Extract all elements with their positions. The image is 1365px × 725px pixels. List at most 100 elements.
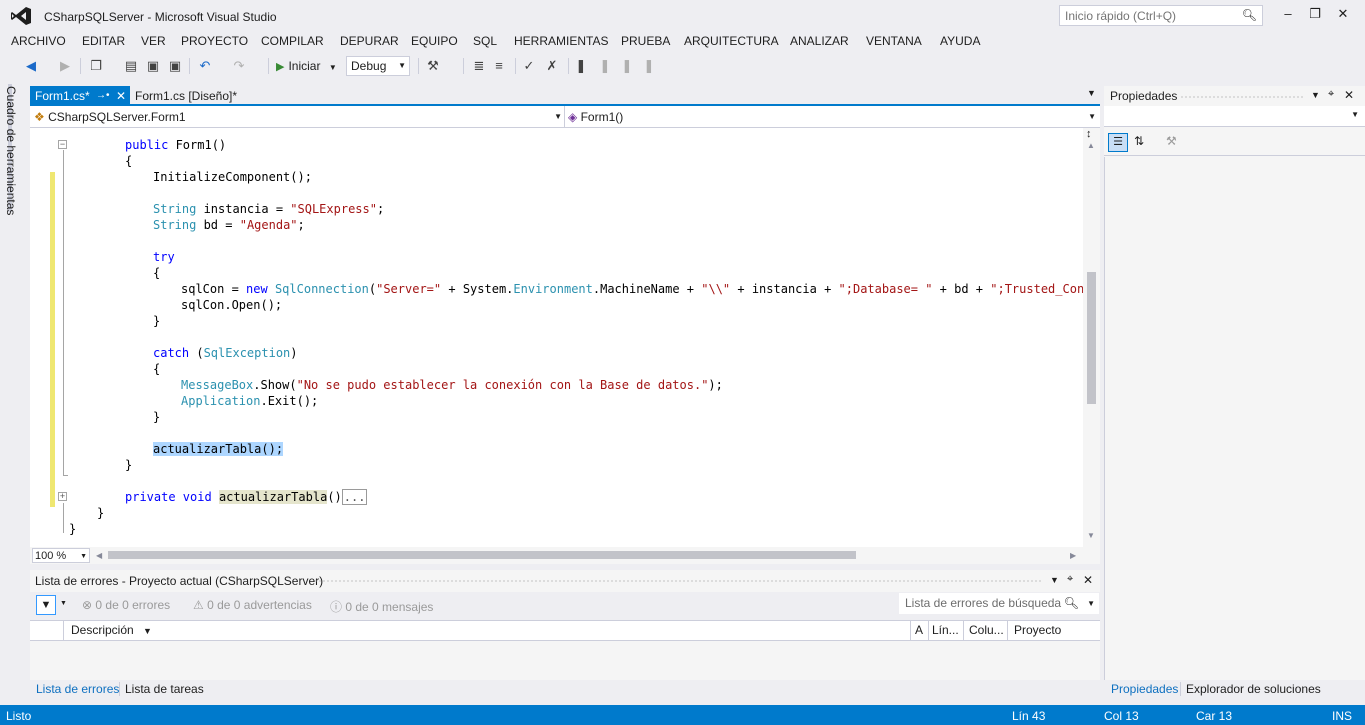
menu-ayuda[interactable]: AYUDA [940, 34, 980, 48]
horizontal-scroll-thumb[interactable] [108, 551, 856, 559]
close-icon[interactable]: ✕ [116, 86, 126, 106]
tab-list-dropdown-icon[interactable]: ▼ [1087, 88, 1096, 98]
menu-archivo[interactable]: ARCHIVO [11, 34, 66, 48]
tab-solution-explorer[interactable]: Explorador de soluciones [1186, 682, 1321, 696]
column-column[interactable]: Colu... [969, 623, 1004, 637]
zoom-dropdown[interactable]: 100 % ▼ [32, 548, 90, 563]
menu-editar[interactable]: EDITAR [82, 34, 125, 48]
chevron-down-icon[interactable]: ▼ [1311, 90, 1320, 100]
collapse-icon[interactable]: − [58, 140, 67, 149]
warning-icon: ⚠ [193, 598, 204, 612]
chevron-down-icon[interactable]: ▼ [1087, 593, 1095, 614]
menu-proyecto[interactable]: PROYECTO [181, 34, 248, 48]
open-file-icon[interactable]: ▤ [122, 57, 140, 75]
back-icon[interactable]: ◀ [22, 57, 40, 75]
quick-launch-box[interactable]: 🔍︎ [1059, 5, 1263, 26]
properties-toolbar: ☰ ⇅ ⚒ [1104, 130, 1365, 156]
start-debugging-button[interactable]: ▶ Iniciar ▼ [276, 57, 337, 75]
config-value: Debug [351, 59, 387, 73]
member-scope-dropdown[interactable]: ◈ Form1() ▼ [568, 108, 1098, 126]
errors-filter-button[interactable]: ⊗ 0 de 0 errores [82, 598, 170, 612]
column-description[interactable]: Descripción [71, 623, 134, 637]
code-line: { [153, 362, 161, 376]
menu-compilar[interactable]: COMPILAR [261, 34, 324, 48]
menu-ventana[interactable]: VENTANA [866, 34, 922, 48]
chevron-down-icon[interactable]: ▼ [1050, 575, 1059, 585]
filter-icon[interactable]: ▼ [36, 595, 56, 615]
vertical-scroll-thumb[interactable] [1087, 272, 1096, 404]
prev-bookmark-icon[interactable]: ❚ [596, 57, 614, 75]
collapsed-region[interactable]: ... [341, 489, 368, 505]
pin-icon[interactable]: ⌖ [1328, 88, 1334, 101]
menu-ver[interactable]: VER [141, 34, 166, 48]
save-all-icon[interactable]: ▣ [166, 57, 184, 75]
code-line: public Form1() [125, 138, 227, 152]
column-file[interactable]: A [915, 623, 923, 637]
property-pages-icon[interactable]: ⚒ [1166, 134, 1177, 148]
property-grid[interactable] [1104, 157, 1365, 680]
categorized-icon[interactable]: ☰ [1108, 133, 1128, 152]
split-icon[interactable]: ↕ [1086, 128, 1092, 140]
close-icon[interactable]: ✕ [1083, 573, 1093, 587]
minimize-button[interactable]: – [1278, 6, 1298, 24]
toolbox-tab[interactable]: Cuadro de herramientas [4, 86, 18, 215]
properties-object-select[interactable]: ▼ [1104, 106, 1365, 127]
close-window-button[interactable]: ✕ [1333, 6, 1353, 24]
next-bookmark-icon[interactable]: ❚ [618, 57, 636, 75]
tab-form1-design[interactable]: Form1.cs [Diseño]* [130, 86, 290, 106]
clear-bookmarks-icon[interactable]: ❚ [640, 57, 658, 75]
scroll-left-icon[interactable]: ◀ [96, 551, 102, 560]
error-list-body[interactable] [30, 641, 1100, 679]
warnings-filter-button[interactable]: ⚠ 0 de 0 advertencias [193, 598, 312, 612]
code-line-selected: actualizarTabla(); [153, 442, 284, 456]
restore-button[interactable]: ❐ [1305, 6, 1325, 24]
quick-launch-input[interactable] [1060, 6, 1235, 25]
save-icon[interactable]: ▣ [144, 57, 162, 75]
bookmark-icon[interactable]: ❚ [572, 57, 590, 75]
scroll-down-icon[interactable]: ▼ [1087, 531, 1095, 540]
solution-configuration-select[interactable]: Debug ▼ [346, 56, 410, 76]
menu-arquitectura[interactable]: ARQUITECTURA [684, 34, 779, 48]
window-title: CSharpSQLServer - Microsoft Visual Studi… [44, 10, 277, 24]
redo-icon[interactable]: ↷ [230, 57, 248, 75]
scroll-up-icon[interactable]: ▲ [1087, 141, 1095, 150]
code-editor[interactable] [30, 128, 1100, 548]
menu-equipo[interactable]: EQUIPO [411, 34, 458, 48]
undo-icon[interactable]: ↶ [196, 57, 214, 75]
alphabetical-icon[interactable]: ⇅ [1134, 134, 1144, 148]
menu-sql[interactable]: SQL [473, 34, 497, 48]
menu-depurar[interactable]: DEPURAR [340, 34, 399, 48]
chevron-down-icon: ▼ [398, 61, 406, 70]
error-search-input[interactable]: Lista de errores de búsqueda 🔍︎ ▼ [899, 593, 1099, 614]
menu-analizar[interactable]: ANALIZAR [790, 34, 849, 48]
uncomment-icon[interactable]: ✗ [543, 57, 561, 75]
pin-icon[interactable]: ⌖ [1067, 573, 1073, 586]
menu-herramientas[interactable]: HERRAMIENTAS [514, 34, 608, 48]
search-icon[interactable]: 🔍︎ [1242, 8, 1257, 22]
chevron-down-icon[interactable]: ▼ [60, 600, 67, 607]
tab-properties[interactable]: Propiedades [1111, 682, 1178, 696]
messages-filter-button[interactable]: ⓘ 0 de 0 mensajes [330, 598, 433, 615]
code-line: try [153, 250, 175, 264]
pin-icon[interactable]: →• [96, 86, 110, 106]
class-scope-dropdown[interactable]: ❖ CSharpSQLServer.Form1 ▼ [34, 108, 564, 126]
comment-icon[interactable]: ✓ [520, 57, 538, 75]
outdent-icon[interactable]: ≡ [490, 57, 508, 75]
column-line[interactable]: Lín... [932, 623, 959, 637]
expand-icon[interactable]: + [58, 492, 67, 501]
search-icon[interactable]: 🔍︎ [1064, 593, 1079, 614]
indent-icon[interactable]: ≣ [470, 57, 488, 75]
column-project[interactable]: Proyecto [1014, 623, 1061, 637]
sort-icon[interactable]: ▼ [143, 626, 152, 636]
close-icon[interactable]: ✕ [1344, 88, 1354, 102]
menu-prueba[interactable]: PRUEBA [621, 34, 670, 48]
forward-icon[interactable]: ▶ [56, 57, 74, 75]
properties-title: Propiedades [1110, 89, 1178, 103]
tab-error-list[interactable]: Lista de errores [36, 682, 119, 696]
scroll-right-icon[interactable]: ▶ [1070, 551, 1076, 560]
tab-task-list[interactable]: Lista de tareas [125, 682, 204, 696]
tab-form1-cs[interactable]: Form1.cs* →• ✕ [30, 86, 130, 106]
chevron-down-icon: ▼ [1088, 112, 1096, 121]
new-project-icon[interactable]: ❐ [87, 57, 105, 75]
find-in-files-icon[interactable]: ⚒ [424, 57, 442, 75]
